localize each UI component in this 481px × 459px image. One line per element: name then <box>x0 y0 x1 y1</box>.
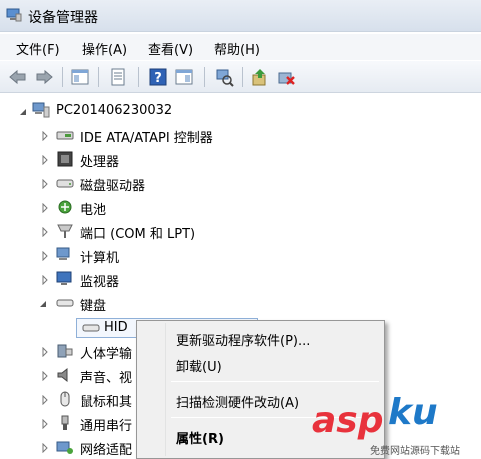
expand-triangle-icon[interactable] <box>40 131 50 141</box>
mouse-icon <box>60 391 70 407</box>
collapse-triangle-icon[interactable] <box>18 107 28 117</box>
tree-item-computer[interactable]: 计算机 <box>80 247 119 266</box>
forward-arrow-icon[interactable] <box>34 67 54 87</box>
tree-item-sound[interactable]: 声音、视 <box>80 367 132 386</box>
uninstall-device-icon[interactable] <box>276 67 296 87</box>
tree-item-keyboard[interactable]: 键盘 <box>80 295 106 314</box>
window-title: 设备管理器 <box>28 10 98 26</box>
update-driver-icon[interactable] <box>250 67 270 87</box>
expand-triangle-icon[interactable] <box>40 251 50 261</box>
menu-bar: 文件(F) 操作(A) 查看(V) 帮助(H) <box>0 34 481 60</box>
tree-item-usb[interactable]: 通用串行 <box>80 415 132 434</box>
svg-text:?: ? <box>154 71 162 86</box>
tree-item-hid[interactable]: HID <box>104 320 128 335</box>
watermark-subtitle: 免费网站源码下载站 <box>370 446 460 457</box>
tree-item-ide[interactable]: IDE ATA/ATAPI 控制器 <box>80 127 213 146</box>
expand-triangle-icon[interactable] <box>40 155 50 165</box>
tree-item-monitor[interactable]: 监视器 <box>80 271 119 290</box>
view-pane-icon[interactable] <box>174 67 194 87</box>
tree-item-ports[interactable]: 端口 (COM 和 LPT) <box>80 223 195 242</box>
menu-view[interactable]: 查看(V) <box>148 39 193 58</box>
expand-triangle-icon[interactable] <box>40 227 50 237</box>
menu-action[interactable]: 操作(A) <box>82 39 127 58</box>
watermark-brand-a: asp <box>312 400 384 441</box>
ide-controller-icon <box>56 131 74 140</box>
computer-icon <box>56 247 70 260</box>
expand-triangle-icon[interactable] <box>40 443 50 453</box>
tree-item-disk[interactable]: 磁盘驱动器 <box>80 175 145 194</box>
watermark-brand-b: ku <box>388 392 438 433</box>
title-bar: 设备管理器 <box>0 0 481 32</box>
processor-icon <box>57 151 73 167</box>
help-icon[interactable]: ? <box>148 67 168 87</box>
expand-triangle-icon[interactable] <box>40 419 50 429</box>
computer-icon <box>32 102 50 118</box>
network-adapter-icon <box>56 441 73 454</box>
tree-item-mouse[interactable]: 鼠标和其 <box>80 391 132 410</box>
expand-triangle-icon[interactable] <box>40 179 50 189</box>
menu-help[interactable]: 帮助(H) <box>214 39 260 58</box>
speaker-icon <box>57 367 68 383</box>
battery-icon <box>58 200 72 214</box>
show-hide-tree-icon[interactable] <box>70 67 90 87</box>
expand-triangle-icon[interactable] <box>40 203 50 213</box>
port-icon <box>57 224 73 238</box>
monitor-icon <box>56 271 72 285</box>
menu-file[interactable]: 文件(F) <box>16 39 60 58</box>
toolbar: ? <box>0 61 481 93</box>
watermark-logo: asp ku 免费网站源码下载站 <box>312 392 481 459</box>
menu-update-driver[interactable]: 更新驱动程序软件(P)... <box>140 326 381 350</box>
scan-hardware-icon[interactable] <box>214 67 234 87</box>
back-arrow-icon[interactable] <box>8 67 28 87</box>
device-manager-icon <box>6 8 22 22</box>
expand-triangle-icon[interactable] <box>40 371 50 381</box>
keyboard-icon <box>56 299 74 307</box>
tree-item-network[interactable]: 网络适配 <box>80 439 132 458</box>
tree-item-processor[interactable]: 处理器 <box>80 151 119 170</box>
tree-item-hid-class[interactable]: 人体学输 <box>80 343 132 362</box>
tree-item-battery[interactable]: 电池 <box>80 199 106 218</box>
disk-drive-icon <box>56 179 74 188</box>
tree-root-label[interactable]: PC201406230032 <box>56 103 172 118</box>
expand-triangle-icon[interactable] <box>40 347 50 357</box>
expand-triangle-icon[interactable] <box>40 395 50 405</box>
collapse-triangle-icon[interactable] <box>38 299 48 309</box>
hid-device-icon <box>57 344 73 358</box>
properties-sheet-icon[interactable] <box>108 67 128 87</box>
menu-uninstall[interactable]: 卸载(U) <box>140 352 381 376</box>
expand-triangle-icon[interactable] <box>40 275 50 285</box>
keyboard-icon <box>82 324 100 332</box>
usb-icon <box>61 415 69 430</box>
